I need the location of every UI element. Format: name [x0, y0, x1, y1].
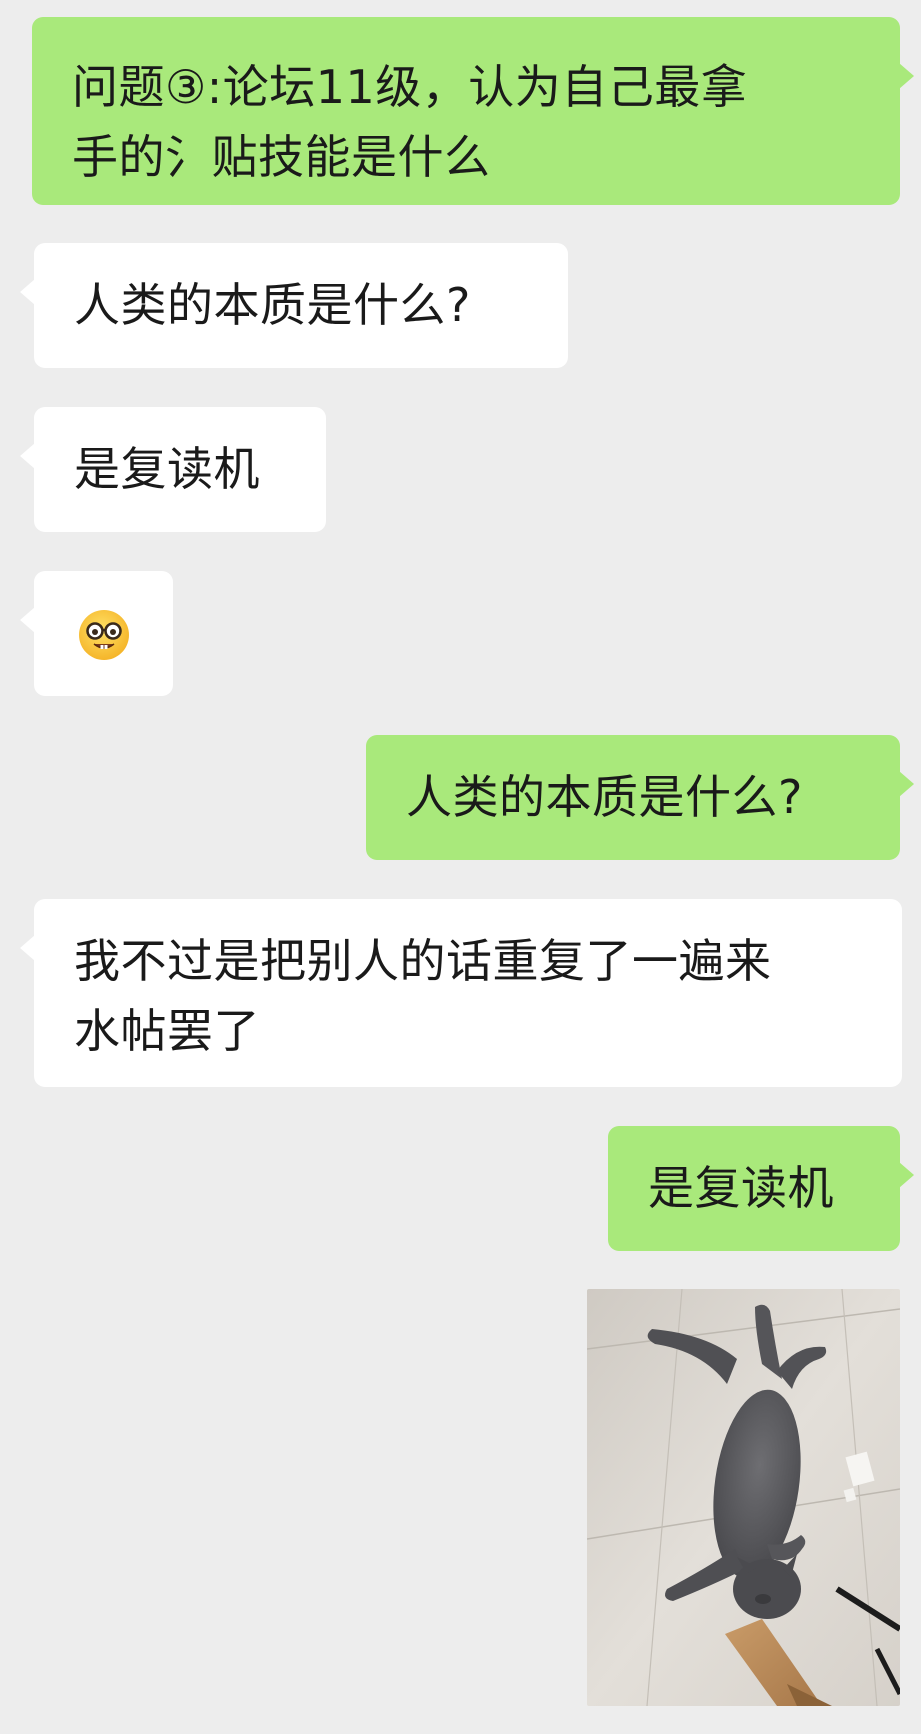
received-message-bubble[interactable]: 人类的本质是什么? [20, 243, 568, 368]
received-message-bubble[interactable]: 是复读机 [20, 407, 326, 532]
received-message-bubble[interactable]: 我不过是把别人的话重复了一遍来 水帖罢了 [20, 899, 902, 1087]
message-text: 是复读机 [74, 442, 260, 496]
message-text: 问题③:论坛11级，认为自己最拿 手的氵贴技能是什么 [72, 60, 748, 184]
nerd-face-icon [79, 610, 129, 660]
message-text: 我不过是把别人的话重复了一遍来 水帖罢了 [74, 934, 772, 1058]
sent-image-message[interactable] [587, 1289, 900, 1706]
message-text: 人类的本质是什么? [74, 278, 471, 332]
cat-on-floor-photo [587, 1289, 900, 1706]
sent-message-bubble[interactable]: 是复读机 [608, 1126, 914, 1251]
message-text: 人类的本质是什么? [406, 770, 803, 824]
sent-message-bubble[interactable]: 人类的本质是什么? [366, 735, 914, 860]
received-emoji-bubble[interactable] [20, 571, 173, 696]
sent-message-bubble[interactable]: 问题③:论坛11级，认为自己最拿 手的氵贴技能是什么 [32, 17, 914, 205]
message-text: 是复读机 [648, 1161, 834, 1215]
